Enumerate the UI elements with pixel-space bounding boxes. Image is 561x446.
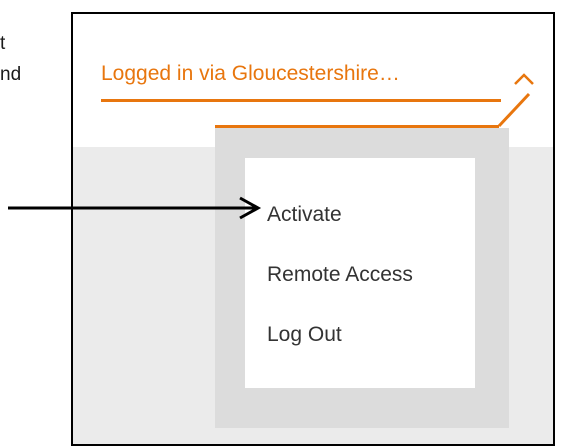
- toggle-underline: [101, 99, 501, 102]
- account-panel: Logged in via Gloucestershire… Activate …: [71, 12, 555, 446]
- account-menu: Activate Remote Access Log Out: [245, 158, 475, 388]
- arrow-right-icon: [8, 196, 262, 220]
- background-text-line-1: t: [0, 33, 6, 54]
- menu-item-remote-access[interactable]: Remote Access: [267, 264, 413, 285]
- logged-in-toggle[interactable]: Logged in via Gloucestershire…: [101, 62, 400, 86]
- chevron-up-icon[interactable]: [513, 72, 535, 86]
- background-text-line-2: nd: [0, 64, 22, 85]
- menu-item-activate[interactable]: Activate: [267, 204, 342, 225]
- menu-item-log-out[interactable]: Log Out: [267, 324, 342, 345]
- account-dropdown: Activate Remote Access Log Out: [215, 128, 509, 428]
- toggle-underline-connector: [497, 92, 531, 128]
